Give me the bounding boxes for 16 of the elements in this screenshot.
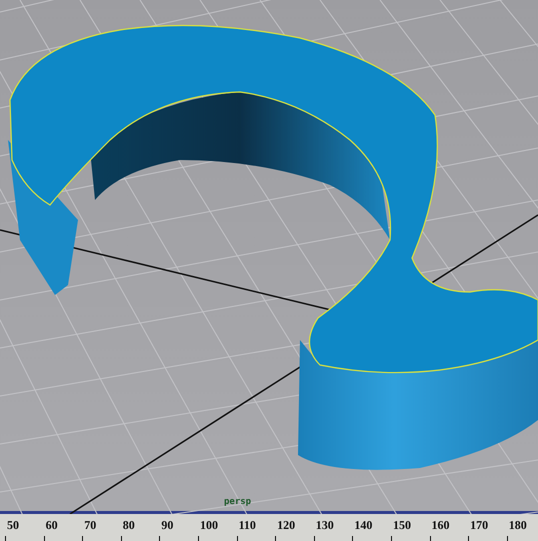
frame-number: 100 (198, 518, 219, 532)
frame-number: 140 (353, 518, 374, 532)
frame-number: 170 (469, 518, 490, 532)
frame-number: 120 (276, 518, 296, 532)
frame-number: 110 (238, 518, 257, 532)
frame-number: 90 (160, 518, 174, 532)
frame-number: 60 (44, 518, 59, 532)
camera-label: persp (224, 497, 252, 507)
frame-number: 180 (508, 518, 528, 532)
frame-number: 150 (392, 518, 412, 532)
frame-number: 130 (314, 518, 335, 532)
frame-number: 70 (83, 518, 98, 532)
frame-number: 50 (6, 518, 20, 532)
frame-number: 80 (122, 518, 136, 532)
3d-viewport[interactable]: persp (0, 0, 538, 514)
frame-number: 160 (430, 518, 451, 532)
